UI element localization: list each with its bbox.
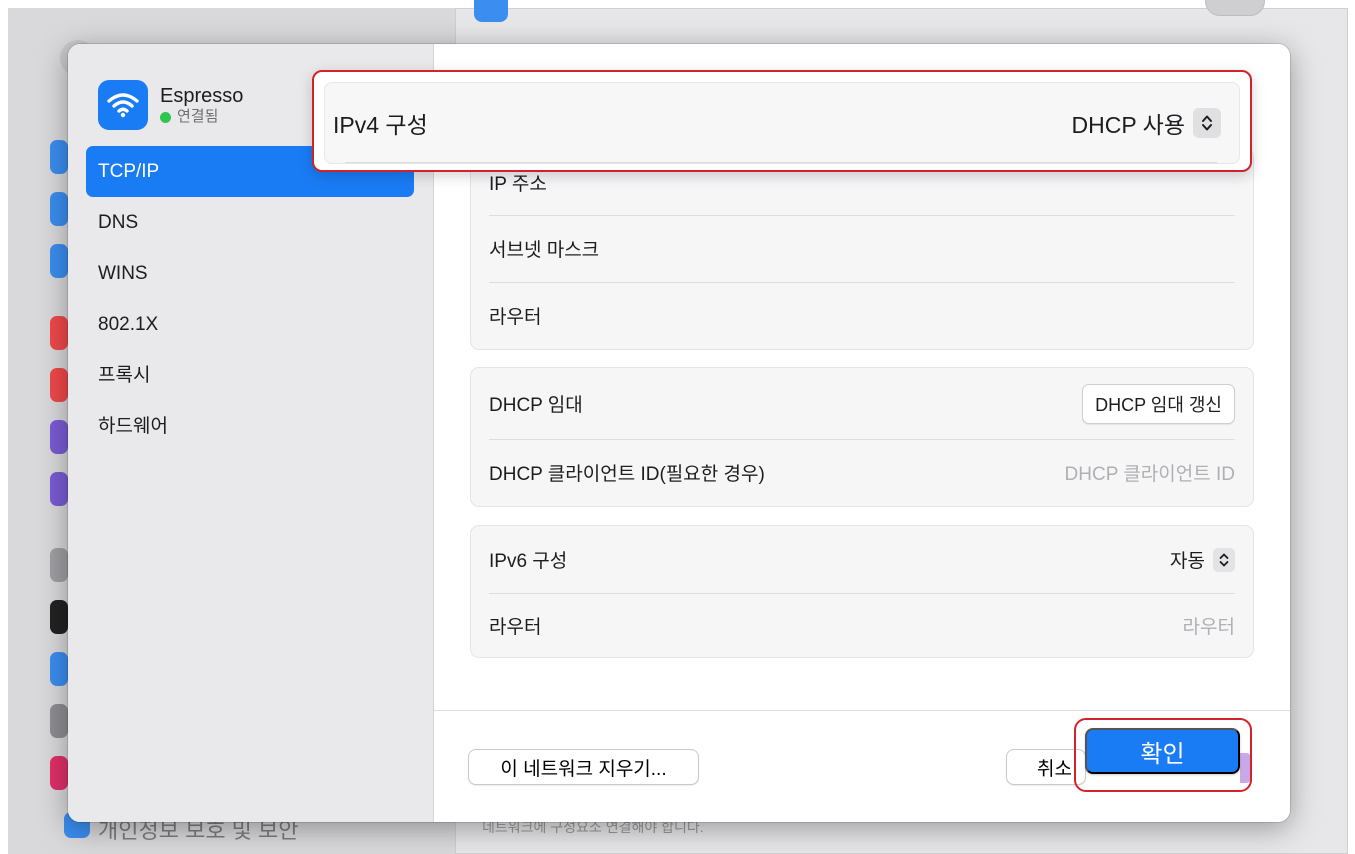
- ipv4-config-row: IPv4 구성 DHCP 사용: [324, 82, 1240, 164]
- background-sidebar-icon: [50, 472, 68, 506]
- ipv6-group: IPv6 구성 자동 라우터 라우터: [470, 525, 1254, 658]
- sidebar-item-proxy[interactable]: 프록시: [86, 350, 414, 401]
- background-wifi-toggle: [1205, 0, 1265, 16]
- dhcp-group: DHCP 임대 DHCP 임대 갱신 DHCP 클라이언트 ID(필요한 경우)…: [470, 367, 1254, 507]
- dhcp-lease-row: DHCP 임대 DHCP 임대 갱신: [471, 368, 1253, 439]
- background-sidebar-icon: [50, 652, 68, 686]
- background-sidebar-icon: [50, 704, 68, 738]
- background-sidebar-icon: [50, 756, 68, 790]
- address-group: IP 주소 서브넷 마스크 라우터: [470, 148, 1254, 350]
- dhcp-lease-label: DHCP 임대: [489, 395, 583, 416]
- sidebar-item-8021x[interactable]: 802.1X: [86, 299, 414, 350]
- ipv4-config-highlight: IPv4 구성 DHCP 사용: [312, 70, 1252, 172]
- network-header: Espresso 연결됨: [98, 80, 243, 130]
- connected-dot-icon: [160, 111, 171, 123]
- network-name: Espresso: [160, 85, 244, 107]
- ipv6-router-label: 라우터: [489, 616, 542, 638]
- sheet-nav: TCP/IP DNS WINS 802.1X 프록시 하드웨어: [86, 146, 414, 452]
- sidebar-item-wins[interactable]: WINS: [86, 248, 414, 299]
- background-wifi-icon: [474, 0, 508, 22]
- ipv4-config-value: DHCP 사용: [1071, 112, 1185, 138]
- chevron-updown-icon: [1193, 108, 1221, 138]
- ipv6-config-value: 자동: [1170, 551, 1205, 572]
- dhcp-client-id-field[interactable]: DHCP 클라이언트 ID: [1065, 459, 1235, 486]
- background-sidebar-icon: [50, 368, 68, 402]
- forget-network-button[interactable]: 이 네트워크 지우기...: [468, 749, 699, 785]
- background-sidebar-icon: [50, 316, 68, 350]
- network-status: 연결됨: [160, 108, 243, 126]
- ok-button-highlight: [1074, 718, 1252, 792]
- ipv6-router-row: 라우터 라우터: [471, 593, 1253, 657]
- subnet-mask-label: 서브넷 마스크: [489, 240, 600, 261]
- renew-dhcp-lease-button[interactable]: DHCP 임대 갱신: [1082, 383, 1235, 424]
- chevron-updown-icon: [1213, 547, 1235, 572]
- ipv4-config-label: IPv4 구성: [333, 112, 428, 138]
- ip-address-label: IP 주소: [489, 173, 547, 195]
- background-sidebar-icon: [50, 600, 68, 634]
- ipv4-config-popup[interactable]: DHCP 사용: [1072, 106, 1221, 140]
- network-status-label: 연결됨: [177, 108, 219, 125]
- ipv6-config-row: IPv6 구성 자동: [471, 526, 1253, 593]
- subnet-mask-row: 서브넷 마스크: [471, 215, 1253, 282]
- ipv6-router-value: 라우터: [1182, 616, 1235, 638]
- router-label: 라우터: [489, 307, 542, 328]
- dhcp-client-id-row: DHCP 클라이언트 ID(필요한 경우) DHCP 클라이언트 ID: [471, 439, 1253, 506]
- wifi-icon: [98, 80, 148, 130]
- sidebar-item-hardware[interactable]: 하드웨어: [86, 401, 414, 452]
- ipv6-config-label: IPv6 구성: [489, 551, 568, 572]
- background-sidebar-icon: [50, 548, 68, 582]
- sidebar-item-dns[interactable]: DNS: [86, 197, 414, 248]
- background-sidebar-icon: [50, 244, 68, 278]
- background-sidebar-icon: [50, 192, 68, 226]
- ipv6-config-popup[interactable]: 자동: [1170, 546, 1235, 573]
- background-sidebar-icon: [50, 420, 68, 454]
- router-row: 라우터: [471, 282, 1253, 349]
- dhcp-client-id-label: DHCP 클라이언트 ID(필요한 경우): [489, 464, 765, 485]
- background-sidebar-icon: [50, 140, 68, 174]
